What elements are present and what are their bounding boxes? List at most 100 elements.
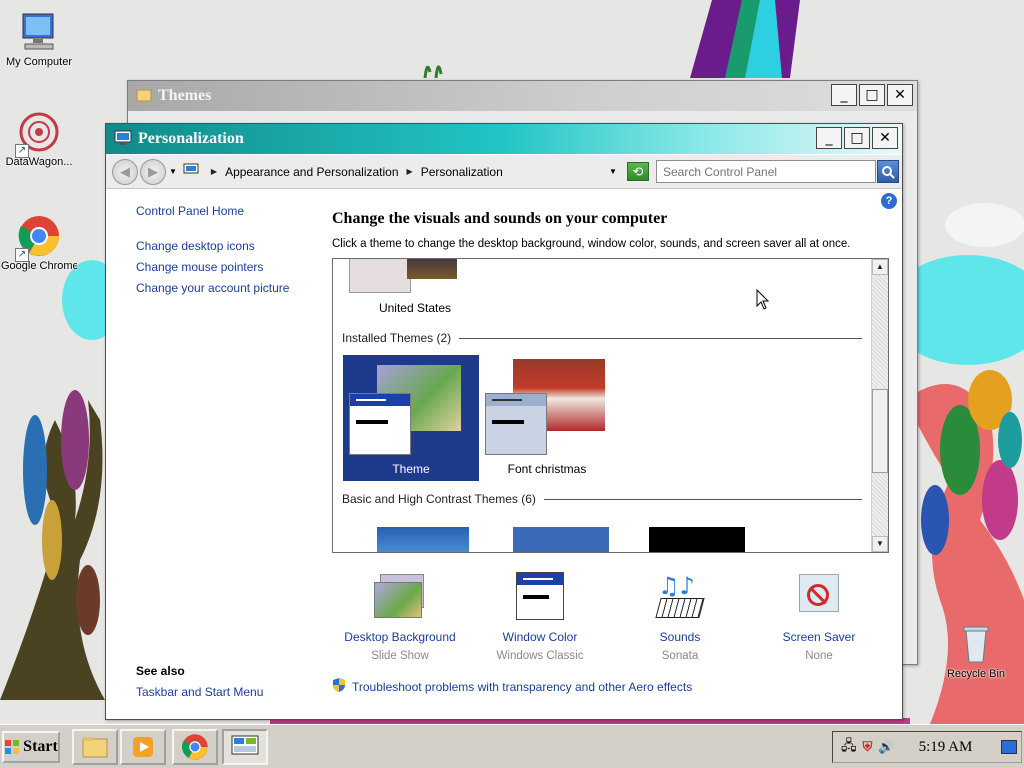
window-color-setting[interactable]: Window Color Windows Classic (472, 572, 608, 662)
change-desktop-icons-link[interactable]: Change desktop icons (136, 239, 326, 253)
theme-thumbnail-basic-2[interactable] (513, 527, 609, 552)
sounds-setting[interactable]: ♫♪ Sounds Sonata (612, 572, 748, 662)
window-title: Themes (158, 87, 212, 104)
vertical-scrollbar[interactable]: ▲ ▼ (871, 259, 888, 552)
setting-label[interactable]: Window Color (472, 630, 608, 644)
network-icon[interactable]: 🖧 (841, 735, 857, 759)
scroll-down-icon[interactable]: ▼ (872, 536, 888, 552)
change-account-picture-link[interactable]: Change your account picture (136, 281, 326, 295)
desktop-background-setting[interactable]: Desktop Background Slide Show (332, 572, 468, 662)
setting-value: None (805, 650, 833, 662)
control-panel-icon (114, 130, 132, 149)
themes-titlebar[interactable]: Themes _ □ ✕ (128, 81, 917, 111)
basic-themes-label: Basic and High Contrast Themes (6) (342, 492, 536, 506)
search-input[interactable] (656, 160, 876, 183)
personalization-window[interactable]: Personalization _ □ ✕ ◀ ▶ ▼ ▶ Appearance… (105, 123, 903, 720)
clock[interactable]: 5:19 AM (919, 739, 973, 756)
minimize-button[interactable]: _ (831, 84, 857, 106)
security-alert-icon[interactable]: ⛨ (863, 739, 873, 755)
refresh-button[interactable]: ⟲ (627, 162, 649, 181)
setting-value: Sonata (661, 650, 699, 662)
folder-icon (82, 737, 108, 758)
breadcrumb-separator-icon[interactable]: ▶ (211, 167, 217, 176)
theme-name: Font christmas (507, 462, 587, 476)
desktop-icon-my-computer[interactable]: My Computer (1, 10, 77, 68)
taskbar-control-panel[interactable] (222, 729, 268, 765)
control-panel-icon (231, 735, 259, 755)
chrome-icon (182, 734, 208, 760)
taskbar: Start 🖧 ⛨ 🔊 5:19 AM (0, 724, 1024, 768)
close-button[interactable]: ✕ (872, 127, 898, 149)
setting-label[interactable]: Sounds (612, 630, 748, 644)
taskbar-media-player[interactable] (120, 729, 166, 765)
desktop-icon-label: Recycle Bin (946, 668, 1006, 680)
theme-name: Theme (392, 462, 430, 476)
theme-tile-theme[interactable]: Theme (343, 355, 479, 481)
address-dropdown-icon[interactable]: ▼ (609, 167, 617, 176)
start-label: Start (23, 738, 58, 755)
see-also-section: See also Taskbar and Start Menu (136, 664, 263, 699)
chrome-icon: ↗ (15, 214, 61, 262)
start-button[interactable]: Start (2, 731, 60, 763)
window-color-icon (512, 572, 568, 624)
theme-list[interactable]: United States Installed Themes (2) Theme… (332, 258, 889, 553)
media-player-icon (133, 737, 153, 757)
theme-thumbnail-photo (407, 259, 457, 279)
personalization-titlebar[interactable]: Personalization _ □ ✕ (106, 124, 902, 154)
change-mouse-pointers-link[interactable]: Change mouse pointers (136, 260, 326, 274)
troubleshoot-link[interactable]: Troubleshoot problems with transparency … (352, 680, 692, 694)
theme-name: United States (378, 301, 452, 315)
troubleshoot-row: Troubleshoot problems with transparency … (332, 677, 692, 696)
theme-tile-united-states[interactable]: United States (347, 259, 483, 317)
search-button[interactable] (877, 160, 899, 183)
left-nav: Control Panel Home Change desktop icons … (136, 204, 326, 302)
help-icon[interactable]: ? (881, 193, 897, 209)
taskbar-chrome[interactable] (172, 729, 218, 765)
page-title: Change the visuals and sounds on your co… (332, 210, 668, 227)
maximize-button[interactable]: □ (859, 84, 885, 106)
forward-button[interactable]: ▶ (140, 158, 166, 185)
breadcrumb: ▶ Appearance and Personalization ▶ Perso… (203, 165, 503, 179)
minimize-button[interactable]: _ (816, 127, 842, 149)
group-divider (543, 498, 862, 500)
scroll-thumb[interactable] (872, 389, 888, 473)
control-panel-small-icon (183, 163, 199, 180)
mini-window-thumbnail (349, 393, 411, 455)
maximize-button[interactable]: □ (844, 127, 870, 149)
desktop-icon-label: Google Chrome (1, 260, 77, 272)
taskbar-explorer[interactable] (72, 729, 118, 765)
breadcrumb-appearance[interactable]: Appearance and Personalization (225, 165, 398, 179)
basic-themes-header: Basic and High Contrast Themes (6) (342, 492, 862, 506)
installed-themes-header: Installed Themes (2) (342, 331, 862, 345)
desktop-background-icon (372, 572, 428, 624)
theme-thumbnail-basic-3[interactable] (649, 527, 745, 552)
theme-thumbnail-basic-1[interactable] (377, 527, 469, 552)
control-panel-home-link[interactable]: Control Panel Home (136, 204, 326, 218)
shield-icon (332, 677, 346, 696)
screen-saver-setting[interactable]: Screen Saver None (751, 572, 887, 662)
volume-icon[interactable]: 🔊 (878, 739, 894, 755)
installed-themes-label: Installed Themes (2) (342, 331, 452, 345)
setting-label[interactable]: Desktop Background (332, 630, 468, 644)
setting-label[interactable]: Screen Saver (751, 630, 887, 644)
close-button[interactable]: ✕ (887, 84, 913, 106)
show-desktop-icon[interactable] (1001, 740, 1017, 754)
see-also-header: See also (136, 664, 185, 678)
theme-tile-font-christmas[interactable]: Font christmas (479, 355, 615, 481)
desktop-icon-label: My Computer (5, 56, 73, 68)
desktop-icon-google-chrome[interactable]: ↗ Google Chrome (1, 214, 77, 272)
recent-pages-dropdown-icon[interactable]: ▼ (169, 167, 177, 176)
windows-logo-icon (5, 740, 20, 754)
back-button[interactable]: ◀ (112, 158, 138, 185)
scroll-up-icon[interactable]: ▲ (872, 259, 888, 275)
breadcrumb-personalization[interactable]: Personalization (421, 165, 503, 179)
desktop-icon-recycle-bin[interactable]: Recycle Bin (938, 622, 1014, 680)
setting-value: Windows Classic (496, 650, 584, 662)
folder-icon (136, 87, 152, 106)
desktop-icon-datawagon[interactable]: ↗ DataWagon... (1, 110, 77, 168)
breadcrumb-separator-icon[interactable]: ▶ (407, 167, 413, 176)
address-bar: ◀ ▶ ▼ ▶ Appearance and Personalization ▶… (106, 155, 902, 189)
mini-window-thumbnail (485, 393, 547, 455)
taskbar-start-menu-link[interactable]: Taskbar and Start Menu (136, 685, 263, 699)
screen-saver-icon (791, 572, 847, 624)
